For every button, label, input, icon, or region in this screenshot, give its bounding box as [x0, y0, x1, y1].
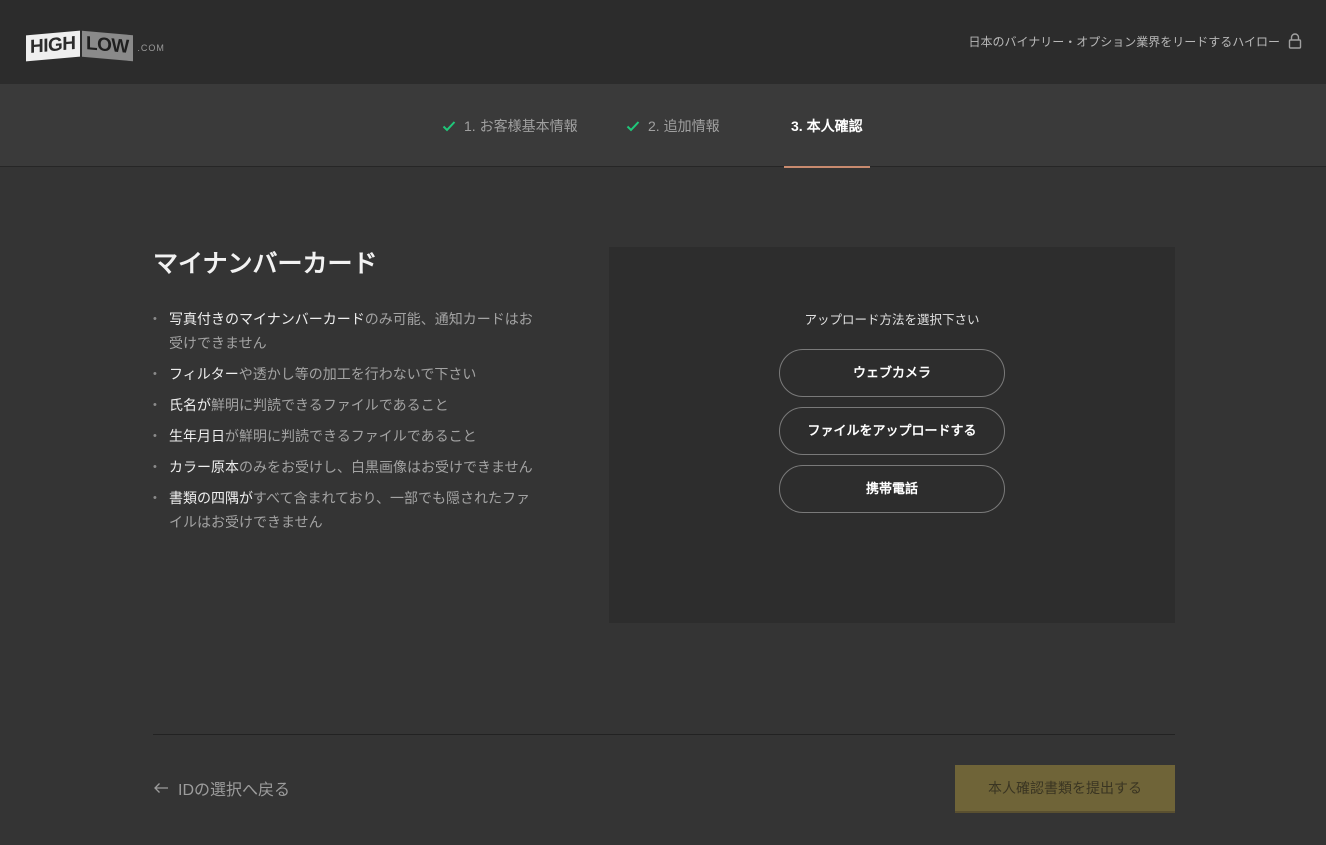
step-label: 3. 本人確認: [791, 117, 863, 134]
requirement-item: 生年月日が鮮明に判読できるファイルであること: [153, 424, 543, 448]
requirement-item: フィルターや透かし等の加工を行わないで下さい: [153, 362, 543, 386]
progress-steps: 1. お客様基本情報 2. 追加情報 3. 本人確認: [0, 84, 1326, 168]
back-link-label: IDの選択へ戻る: [178, 782, 291, 799]
step-label: 2. 追加情報: [648, 117, 720, 134]
document-title: マイナンバーカード: [153, 250, 378, 278]
upload-panel: アップロード方法を選択下さい ウェブカメラ ファイルをアップロードする 携帯電話: [609, 247, 1175, 623]
tagline: 日本のバイナリー・オプション業界をリードするハイロー: [968, 35, 1280, 49]
step-basic-info: 1. お客様基本情報: [442, 84, 578, 167]
mobile-phone-button[interactable]: 携帯電話: [779, 465, 1005, 513]
step-additional-info: 2. 追加情報: [626, 84, 720, 167]
lock-icon[interactable]: [1288, 33, 1302, 49]
requirement-item: 氏名が鮮明に判読できるファイルであること: [153, 393, 543, 417]
logo-dotcom: .COM: [137, 43, 165, 53]
requirement-item: 書類の四隅がすべて含まれており、一部でも隠されたファイルはお受けできません: [153, 486, 543, 534]
step-label: 1. お客様基本情報: [464, 117, 578, 134]
requirement-item: カラー原本のみをお受けし、白黒画像はお受けできません: [153, 455, 543, 479]
check-icon: [442, 120, 456, 131]
back-to-id-selection-link[interactable]: IDの選択へ戻る: [153, 776, 290, 800]
requirement-item: 写真付きのマイナンバーカードのみ可能、通知カードはお受けできません: [153, 307, 543, 355]
arrow-left-icon: [154, 783, 168, 793]
top-bar: HIGH LOW .COM 日本のバイナリー・オプション業界をリードするハイロー: [0, 0, 1326, 84]
logo-high: HIGH: [26, 30, 80, 62]
highlow-logo[interactable]: HIGH LOW .COM: [26, 25, 165, 62]
footer-divider: [153, 734, 1175, 735]
webcam-button[interactable]: ウェブカメラ: [779, 349, 1005, 397]
submit-documents-button[interactable]: 本人確認書類を提出する: [955, 765, 1175, 813]
upload-prompt: アップロード方法を選択下さい: [804, 313, 980, 327]
requirements-list: 写真付きのマイナンバーカードのみ可能、通知カードはお受けできません フィルターや…: [153, 307, 543, 541]
file-upload-button[interactable]: ファイルをアップロードする: [779, 407, 1005, 455]
step-identity-verification: 3. 本人確認: [784, 84, 870, 168]
logo-low: LOW: [81, 30, 133, 62]
check-icon: [626, 120, 640, 131]
